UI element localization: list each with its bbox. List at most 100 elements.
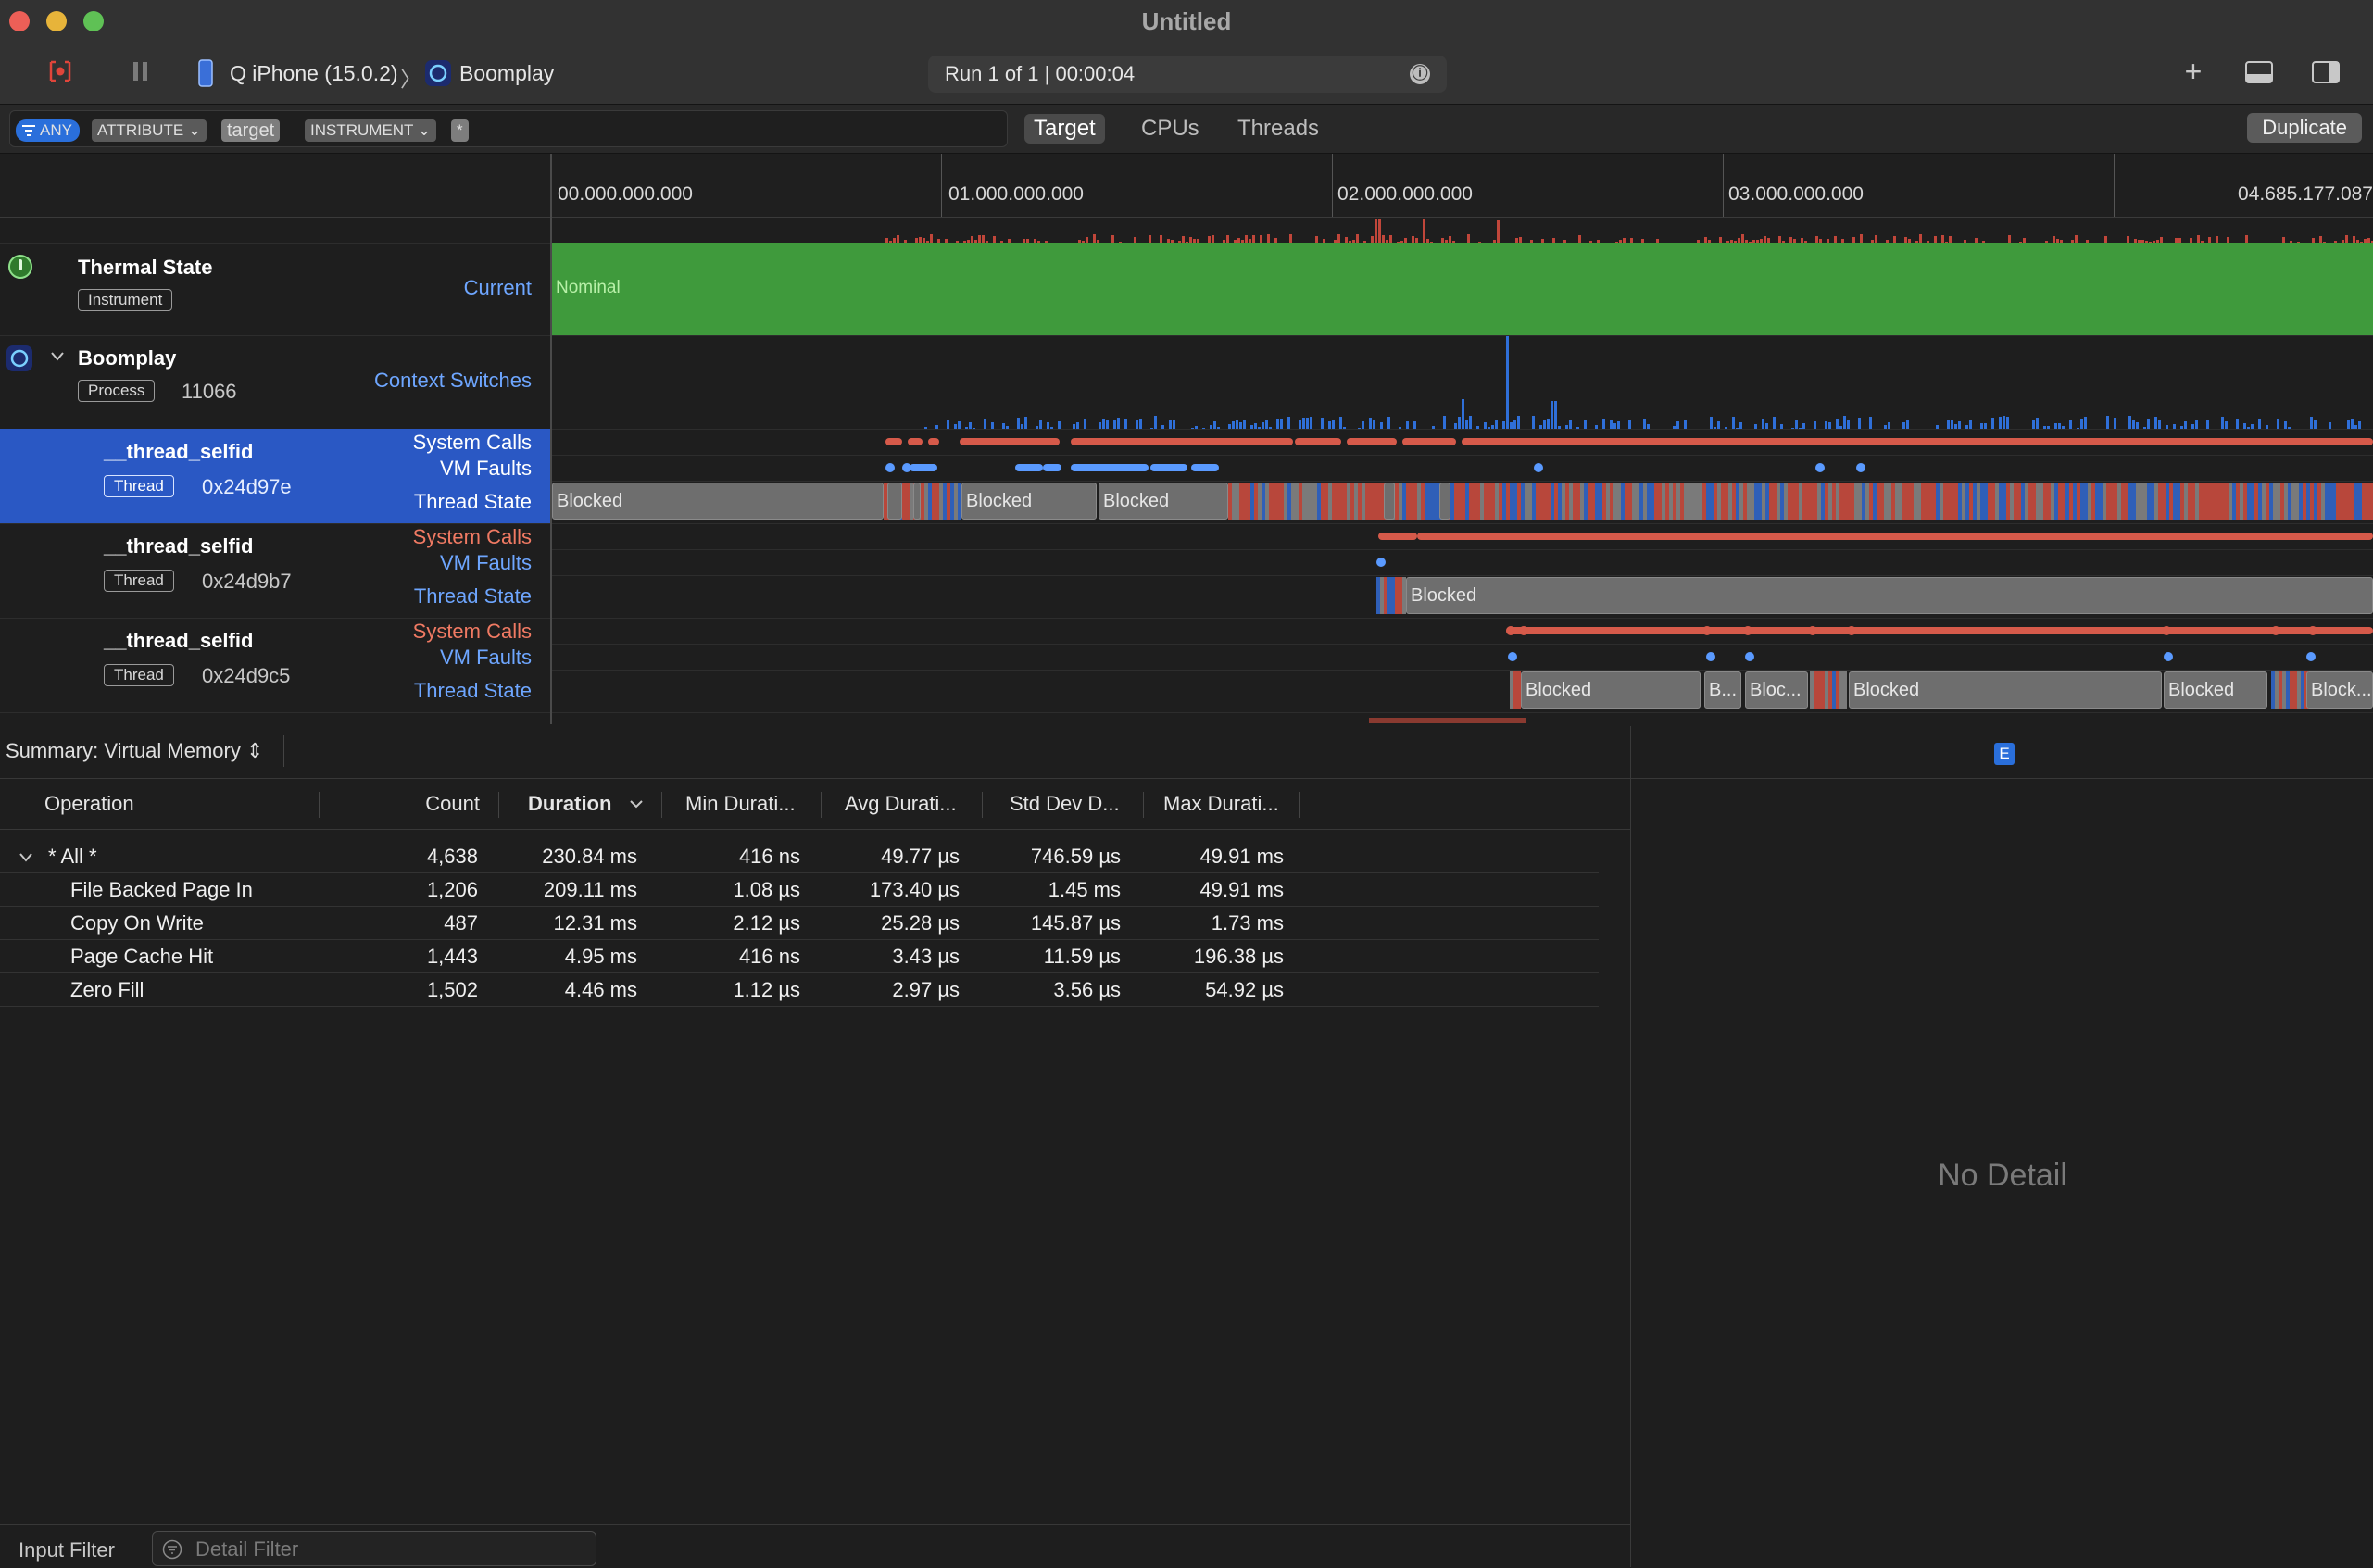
- instrument-token[interactable]: INSTRUMENT ⌄: [305, 119, 437, 142]
- track-thread-2[interactable]: __thread_selfid Thread 0x24d9b7 System C…: [0, 523, 2373, 619]
- system-call-marker[interactable]: [1808, 626, 1817, 635]
- blocked-state-block[interactable]: Block...: [2306, 671, 2373, 709]
- target-token[interactable]: target: [221, 119, 281, 142]
- disclosure-chevron-icon[interactable]: [50, 350, 65, 363]
- vm-fault-marker[interactable]: [1706, 652, 1715, 661]
- blocked-state-block[interactable]: Blocked: [2164, 671, 2267, 709]
- thread-3-lanes[interactable]: Blocked B... Bloc... Blocked Blocked Block...: [552, 618, 2373, 712]
- context-switches-lane[interactable]: [552, 335, 2373, 429]
- thread-1-lanes[interactable]: Blocked Blocked Blocked: [552, 429, 2373, 523]
- disclosure-chevron-icon[interactable]: [19, 852, 33, 863]
- track-thermal-state[interactable]: Thermal State Instrument Current Nominal: [0, 243, 2373, 336]
- column-header-min-duration[interactable]: Min Durati...: [685, 792, 796, 816]
- column-header-avg-duration[interactable]: Avg Durati...: [845, 792, 957, 816]
- system-call-span[interactable]: [1071, 438, 1293, 445]
- system-call-marker[interactable]: [1519, 626, 1528, 635]
- system-call-span[interactable]: [908, 438, 923, 445]
- vm-fault-marker[interactable]: [1534, 463, 1543, 472]
- wildcard-token[interactable]: *: [451, 119, 469, 142]
- system-call-span[interactable]: [928, 438, 939, 445]
- system-call-span[interactable]: [1462, 438, 2373, 445]
- blocked-state-block[interactable]: Blocked: [1849, 671, 2162, 709]
- system-call-span[interactable]: [1402, 438, 1456, 445]
- pause-button[interactable]: [132, 61, 150, 82]
- system-call-span[interactable]: [1378, 533, 1417, 540]
- vm-fault-marker[interactable]: [2306, 652, 2316, 661]
- blocked-state-block[interactable]: B...: [1704, 671, 1741, 709]
- target-selector[interactable]: Q iPhone (15.0.2) 〉 Boomplay: [198, 56, 569, 91]
- system-call-marker[interactable]: [1847, 626, 1856, 635]
- system-call-marker[interactable]: [1506, 626, 1515, 635]
- vm-fault-span[interactable]: [910, 464, 937, 471]
- tab-target[interactable]: Target: [1024, 114, 1105, 144]
- tab-cpus[interactable]: CPUs: [1132, 114, 1209, 144]
- vm-fault-marker[interactable]: [2164, 652, 2173, 661]
- thread-2-lanes[interactable]: Blocked: [552, 523, 2373, 618]
- blocked-state-block[interactable]: Blocked: [552, 483, 884, 520]
- blocked-state-block[interactable]: [1384, 483, 1395, 520]
- system-call-marker[interactable]: [2162, 626, 2171, 635]
- info-icon[interactable]: ⓘ: [1410, 64, 1430, 84]
- blocked-state-block[interactable]: [1439, 483, 1450, 520]
- toggle-bottom-panel-button[interactable]: [2245, 61, 2273, 83]
- blocked-state-block[interactable]: Blocked: [961, 483, 1097, 520]
- system-call-span[interactable]: [1417, 533, 2373, 540]
- table-row[interactable]: File Backed Page In 1,206 209.11 ms 1.08 µs…: [0, 872, 1599, 907]
- blocked-state-block[interactable]: Blocked: [1099, 483, 1228, 520]
- tab-threads[interactable]: Threads: [1228, 114, 1328, 144]
- track-sidebar-divider[interactable]: [550, 154, 552, 724]
- blocked-state-block[interactable]: Blocked: [1406, 577, 2373, 614]
- vm-fault-marker[interactable]: [1745, 652, 1754, 661]
- blocked-state-block[interactable]: Blocked: [1521, 671, 1701, 709]
- column-header-std-dev[interactable]: Std Dev D...: [1010, 792, 1120, 816]
- vm-fault-marker[interactable]: [1815, 463, 1825, 472]
- table-row-all[interactable]: * All * 4,638 230.84 ms 416 ns 49.77 µs 746.5…: [0, 839, 1599, 873]
- detail-filter-field[interactable]: [152, 1531, 596, 1566]
- system-call-marker[interactable]: [1702, 626, 1712, 635]
- system-call-marker[interactable]: [2271, 626, 2280, 635]
- system-call-span[interactable]: [885, 438, 902, 445]
- track-thread-3[interactable]: __thread_selfid Thread 0x24d9c5 System C…: [0, 618, 2373, 713]
- system-call-marker[interactable]: [2308, 626, 2317, 635]
- track-process-boomplay[interactable]: Boomplay Process 11066 Context Switches: [0, 335, 2373, 430]
- table-row[interactable]: Copy On Write 487 12.31 ms 2.12 µs 25.28 µs 1…: [0, 906, 1599, 940]
- vm-fault-marker[interactable]: [885, 463, 895, 472]
- blocked-state-block[interactable]: [913, 483, 921, 520]
- vm-fault-marker[interactable]: [1856, 463, 1865, 472]
- system-call-marker[interactable]: [1743, 626, 1752, 635]
- table-row[interactable]: Zero Fill 1,502 4.46 ms 1.12 µs 2.97 µs 3.56 …: [0, 972, 1599, 1007]
- run-status-box[interactable]: Run 1 of 1 | 00:00:04 ⓘ: [928, 56, 1447, 93]
- vm-fault-marker[interactable]: [1508, 652, 1517, 661]
- vm-fault-span[interactable]: [1150, 464, 1187, 471]
- toggle-inspector-button[interactable]: [2312, 61, 2340, 83]
- detail-filter-input[interactable]: [194, 1536, 586, 1563]
- add-instrument-button[interactable]: +: [2180, 56, 2206, 86]
- vm-fault-span[interactable]: [1015, 464, 1043, 471]
- input-filter-label[interactable]: Input Filter: [19, 1538, 115, 1562]
- track-filter-field[interactable]: ANY ATTRIBUTE ⌄ target INSTRUMENT ⌄ *: [9, 110, 1008, 147]
- vm-fault-marker[interactable]: [1376, 558, 1386, 567]
- blocked-state-block[interactable]: Bloc...: [1745, 671, 1808, 709]
- table-row[interactable]: Page Cache Hit 1,443 4.95 ms 416 ns 3.43 µs 1…: [0, 939, 1599, 973]
- duplicate-button[interactable]: Duplicate: [2247, 113, 2362, 143]
- system-call-span[interactable]: [1295, 438, 1341, 445]
- attribute-token[interactable]: ATTRIBUTE ⌄: [92, 119, 207, 142]
- any-filter-token[interactable]: ANY: [16, 119, 80, 142]
- vm-fault-span[interactable]: [1191, 464, 1219, 471]
- track-thread-1[interactable]: __thread_selfid Thread 0x24d97e System C…: [0, 429, 2373, 524]
- column-header-duration[interactable]: Duration: [528, 792, 611, 816]
- system-call-span[interactable]: [1506, 627, 2373, 634]
- column-header-max-duration[interactable]: Max Durati...: [1163, 792, 1279, 816]
- vm-fault-marker[interactable]: [902, 463, 911, 472]
- extended-detail-badge[interactable]: E: [1994, 743, 2015, 765]
- system-call-span[interactable]: [1347, 438, 1397, 445]
- record-stop-button[interactable]: [48, 59, 72, 83]
- vm-fault-span[interactable]: [1043, 464, 1061, 471]
- thermal-state-lane[interactable]: Nominal: [552, 243, 2373, 335]
- blocked-state-block[interactable]: [887, 483, 902, 520]
- column-header-operation[interactable]: Operation: [44, 792, 134, 816]
- timeline-ruler[interactable]: 00.000.000.000 01.000.000.000 02.000.000…: [0, 154, 2373, 218]
- summary-selector[interactable]: Summary: Virtual Memory ⇕: [6, 739, 263, 763]
- vm-fault-span[interactable]: [1071, 464, 1149, 471]
- column-header-count[interactable]: Count: [324, 792, 480, 816]
